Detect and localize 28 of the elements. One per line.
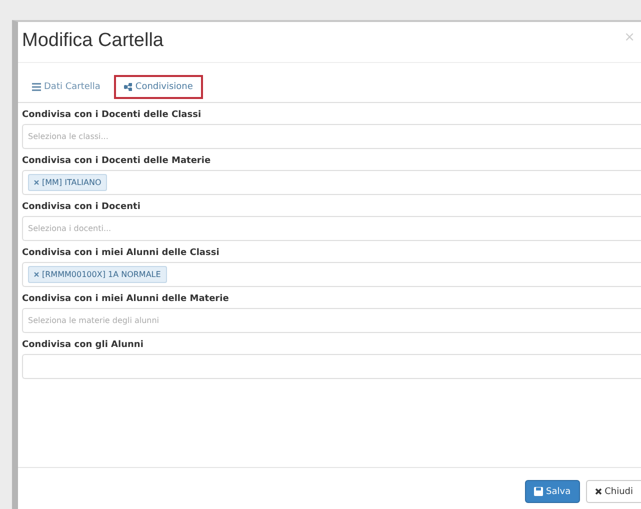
placeholder-text: Seleziona i docenti... [28,224,112,233]
field-label: Condivisa con i Docenti delle Classi [22,110,202,120]
close-button[interactable]: Chiudi [586,480,641,503]
placeholder-text: Seleziona le materie degli alunni [28,316,160,325]
field-label: Condivisa con i miei Alunni delle Materie [22,294,230,304]
select-field[interactable]: [RMMM00100X] 1A NORMALE [22,262,641,287]
field-label: Condivisa con i miei Alunni delle Classi [22,248,220,258]
close-icon [594,488,602,495]
select-field[interactable]: Seleziona i docenti... [22,216,641,241]
remove-icon[interactable] [34,180,39,185]
save-icon [534,487,544,496]
selected-tag[interactable]: [MM] ITALIANO [28,174,108,191]
placeholder-text: Seleziona le classi... [28,132,108,141]
selected-tag[interactable]: [RMMM00100X] 1A NORMALE [28,266,167,283]
select-field[interactable]: [MM] ITALIANO [22,170,641,195]
dialog-title: Modifica Cartella [22,30,164,52]
select-field[interactable]: Seleziona le materie degli alunni [22,308,641,333]
select-field[interactable]: Seleziona le classi... [22,124,641,149]
share-icon [124,83,132,91]
tab[interactable]: Dati Cartella [22,75,110,99]
field-label: Condivisa con i Docenti [22,202,142,212]
field-label: Condivisa con gli Alunni [22,340,144,350]
save-button[interactable]: Salva [525,480,580,503]
list-icon [32,83,41,91]
tab[interactable]: Condivisione [114,75,203,99]
remove-icon[interactable] [34,272,39,277]
input-field[interactable] [22,354,641,379]
field-label: Condivisa con i Docenti delle Materie [22,156,212,166]
